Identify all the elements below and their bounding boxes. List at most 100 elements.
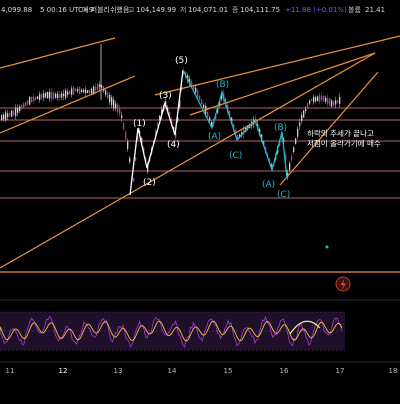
candle-body <box>323 95 325 102</box>
x-tick-label: 17 <box>336 367 345 375</box>
candle-body <box>79 87 81 95</box>
candle-body <box>105 90 107 95</box>
candle-body <box>203 104 205 108</box>
x-tick-label: 13 <box>114 367 123 375</box>
trend-lines <box>0 35 400 269</box>
header-left-price: 4,099.88 <box>1 6 32 14</box>
candle-body <box>45 92 47 98</box>
candle-body <box>119 107 121 114</box>
annotation-line-1: 하락의 추세가 끝나고 <box>307 128 374 138</box>
trend-line-long[interactable] <box>0 52 376 269</box>
header-close-label: 종 <box>232 6 239 14</box>
candle-body <box>331 100 333 107</box>
wave-label-a1: (A) <box>208 132 221 142</box>
chart-window[interactable]: 4,099.88 5 00:16 UTC+9 예 퍼블리쉬했음 고 104,14… <box>0 0 400 400</box>
candle-body <box>95 86 97 91</box>
candle-body <box>339 97 341 104</box>
candle-body <box>1 114 3 121</box>
candle-body <box>109 94 111 103</box>
candle-body <box>55 93 57 98</box>
candle-body <box>43 93 45 98</box>
candle-body <box>209 117 211 121</box>
header-close-value: 104,111.75 <box>240 6 280 14</box>
candle-body <box>9 113 11 116</box>
wave-label-2: (2) <box>143 178 156 188</box>
candle-body <box>201 99 203 105</box>
candle-body <box>47 91 49 99</box>
candle-body <box>299 122 301 126</box>
candle-body <box>335 100 337 105</box>
header-low-value: 104,071.01 <box>188 6 228 14</box>
candle-body <box>35 96 37 100</box>
marker-dot <box>325 245 329 249</box>
candle-body <box>59 94 61 98</box>
candle-body <box>29 97 31 105</box>
candle-body <box>207 111 209 118</box>
candle-body <box>93 86 95 94</box>
header-volume-label: 볼륨 <box>348 5 361 14</box>
candle-body <box>17 108 19 113</box>
header-high-value: 104,149.99 <box>136 6 176 14</box>
candle-body <box>135 157 137 161</box>
candle-body <box>63 93 65 97</box>
candle-body <box>5 112 7 120</box>
candle-body <box>71 88 73 95</box>
candle-body <box>289 163 291 170</box>
candle-body <box>295 138 297 144</box>
candle-body <box>125 132 127 140</box>
wave-label-5: (5) <box>175 56 188 66</box>
candle-body <box>303 110 305 118</box>
candle-body <box>199 95 201 101</box>
candle-body <box>121 115 123 118</box>
candle-body <box>211 121 213 126</box>
candle-body <box>133 178 135 182</box>
candle-body <box>19 106 21 112</box>
candle-body <box>317 96 319 102</box>
x-tick-label: 15 <box>224 367 233 375</box>
wave-label-c2: (C) <box>277 190 290 200</box>
header-exchange: 예 퍼블리쉬했음 <box>82 5 130 14</box>
x-tick-label: 18 <box>389 367 398 375</box>
candle-body <box>61 93 63 98</box>
candle-body <box>129 157 131 163</box>
header-change: +11.88 (+0.01%) <box>285 6 347 14</box>
wave-label-3: (3) <box>159 91 172 101</box>
price-chart[interactable]: 4,099.88 5 00:16 UTC+9 예 퍼블리쉬했음 고 104,14… <box>0 0 400 400</box>
candle-body <box>75 88 77 92</box>
candle-body <box>305 108 307 112</box>
candle-body <box>321 96 323 101</box>
candle-body <box>67 91 69 95</box>
ohlc-header: 4,099.88 5 00:16 UTC+9 예 퍼블리쉬했음 고 104,14… <box>1 5 385 14</box>
header-volume-value: 21.41 <box>365 6 385 14</box>
candle-body <box>127 141 129 149</box>
trend-line-channel-left[interactable] <box>0 75 136 134</box>
alert-icon[interactable] <box>335 276 351 292</box>
trend-line-upper-left[interactable] <box>0 37 116 69</box>
candle-body <box>111 97 113 105</box>
candle-body <box>115 103 117 109</box>
x-tick-label: 16 <box>280 367 289 375</box>
wave-label-b2: (B) <box>274 123 287 133</box>
candle-body <box>57 93 59 98</box>
x-tick-label: 11 <box>6 367 15 375</box>
candle-body <box>327 98 329 104</box>
candle-body <box>329 98 331 106</box>
candles <box>1 44 341 184</box>
candle-body <box>157 123 159 126</box>
candle-body <box>77 89 79 92</box>
candle-body <box>293 147 295 152</box>
candle-body <box>69 90 71 95</box>
wave-label-a2: (A) <box>262 180 275 190</box>
candle-body <box>3 114 5 120</box>
candle-body <box>11 110 13 117</box>
candle-body <box>337 100 339 103</box>
impulse-wave-path[interactable] <box>129 69 184 196</box>
candle-body <box>13 110 15 116</box>
candle-body <box>313 96 315 103</box>
candle-body <box>33 96 35 102</box>
annotation-line-2: 저점이 올라가기에 매수 <box>307 138 381 148</box>
candle-body <box>333 101 335 106</box>
candle-body <box>81 89 83 92</box>
candle-body <box>31 97 33 103</box>
wave-label-c1: (C) <box>229 151 242 161</box>
